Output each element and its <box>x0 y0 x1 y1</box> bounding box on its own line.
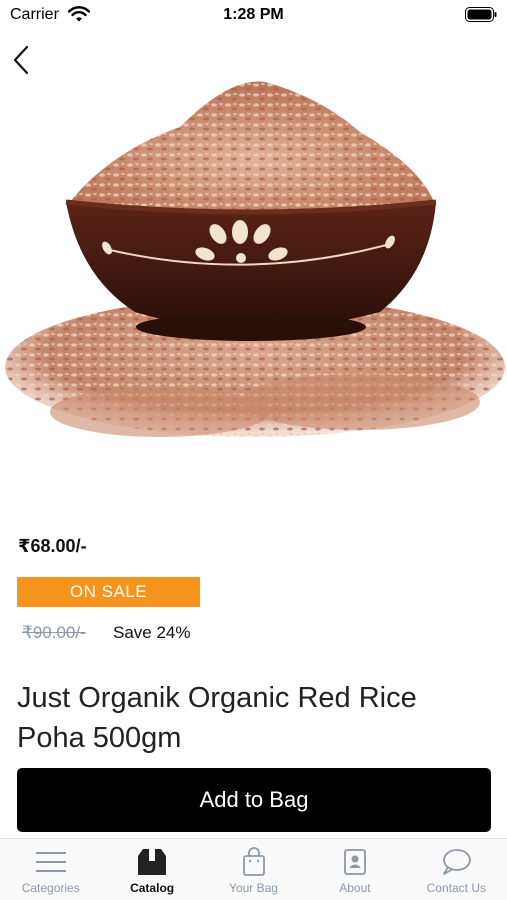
original-price: ₹90.00/- <box>22 623 86 642</box>
tab-bar: Categories Catalog Your Bag About Contac… <box>0 838 507 900</box>
box-icon <box>138 849 167 875</box>
tab-categories[interactable]: Categories <box>0 839 101 900</box>
contact-card-icon <box>344 849 366 875</box>
tab-label: Contact Us <box>426 881 486 895</box>
tab-label: About <box>339 881 371 895</box>
tab-your-bag[interactable]: Your Bag <box>203 839 304 900</box>
product-title: Just Organik Organic Red Rice Poha 500gm <box>17 682 417 754</box>
product-image <box>5 81 505 437</box>
tab-about[interactable]: About <box>304 839 405 900</box>
menu-icon <box>35 852 66 872</box>
tab-label: Catalog <box>130 881 175 895</box>
tab-contact-us[interactable]: Contact Us <box>406 839 507 900</box>
tab-label: Categories <box>21 881 80 895</box>
battery-icon <box>465 7 497 22</box>
tab-catalog[interactable]: Catalog <box>101 839 202 900</box>
sale-badge: ON SALE <box>17 577 200 607</box>
tab-label: Your Bag <box>229 881 278 895</box>
chevron-left-icon <box>13 45 29 75</box>
status-bar: Carrier 1:28 PM <box>0 0 507 30</box>
chat-bubble-icon <box>443 849 472 875</box>
savings-text: Save 24% <box>113 623 191 642</box>
shopping-bag-icon <box>242 847 265 876</box>
product-price: ₹68.00/- <box>18 536 87 556</box>
add-to-bag-button[interactable]: Add to Bag <box>17 768 491 832</box>
status-time: 1:28 PM <box>223 6 284 23</box>
